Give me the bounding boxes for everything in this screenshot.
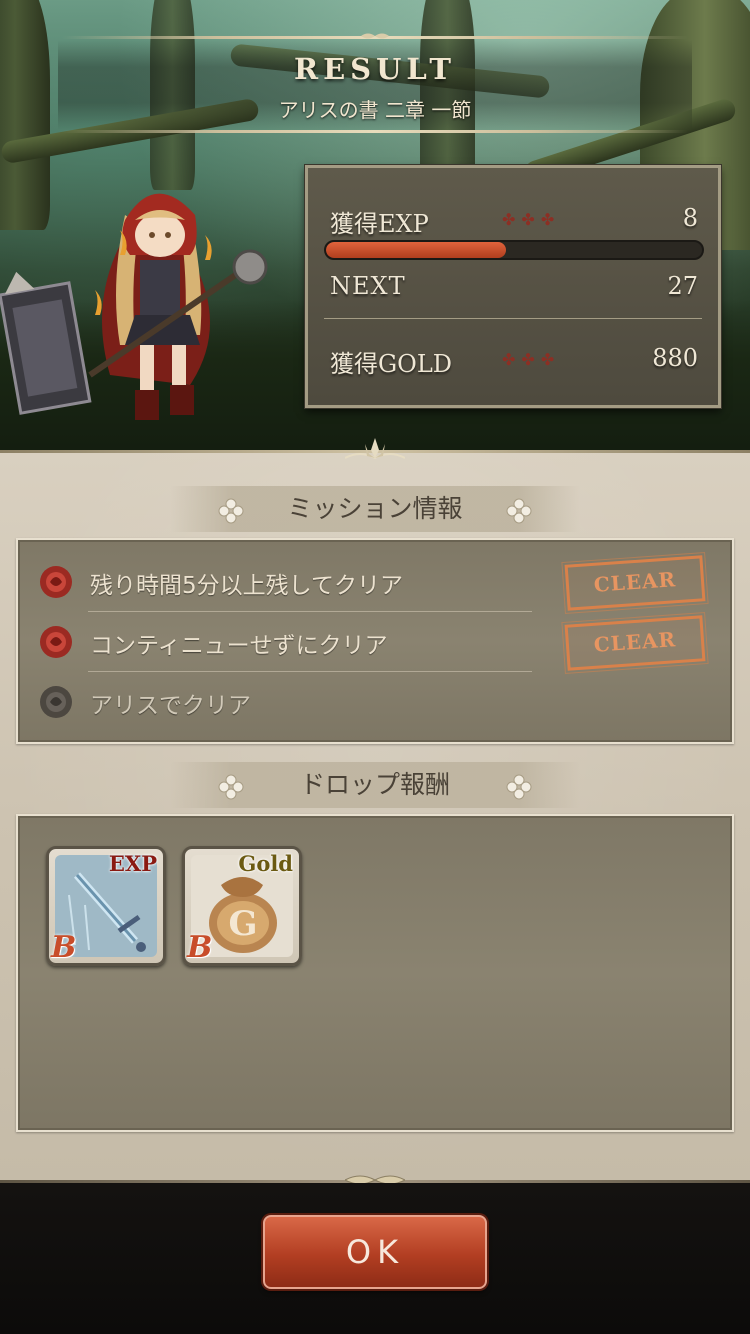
mission-item: アリスでクリア	[38, 672, 712, 732]
ornament-icon	[361, 33, 389, 39]
rose-icon	[40, 566, 72, 598]
exp-progress-fill	[326, 242, 507, 258]
quatrefoil-icon	[506, 498, 532, 524]
drop-reward-box: EXP B G Gold B	[16, 814, 734, 1132]
mission-text: コンティニューせずにクリア	[90, 633, 388, 659]
cross-ornament-icon: ✤✤✤	[502, 350, 561, 369]
gold-gained-label: 獲得GOLD	[330, 350, 453, 378]
stage-subtitle: アリスの書 二章 一節	[278, 98, 472, 122]
mission-list-box: 残り時間5分以上残してクリア CLEAR コンティニューせずにクリア CLEAR…	[16, 538, 734, 744]
exp-progress-bar	[324, 240, 704, 260]
mission-item: コンティニューせずにクリア CLEAR	[38, 611, 712, 675]
quatrefoil-icon	[218, 774, 244, 800]
clear-stamp: CLEAR	[561, 551, 709, 615]
character-sprite	[0, 193, 268, 420]
result-title: RESULT	[293, 52, 457, 86]
svg-text:G: G	[228, 904, 257, 944]
rose-icon-inactive	[40, 686, 72, 718]
stats-panel: 獲得EXP ✤✤✤ 8 NEXT 27 獲得GOLD ✤✤✤ 880	[305, 165, 721, 408]
reward-card-gold[interactable]: G Gold B	[182, 846, 302, 966]
title-bottom-rule	[62, 130, 688, 133]
quatrefoil-icon	[506, 774, 532, 800]
ok-button[interactable]: OK	[263, 1215, 487, 1289]
stats-divider	[324, 318, 702, 319]
mission-text: アリスでクリア	[90, 693, 251, 719]
reward-rank: B	[51, 930, 77, 965]
gold-gained-value: 880	[652, 344, 698, 372]
rose-icon	[40, 626, 72, 658]
exp-gained-value: 8	[682, 204, 698, 232]
next-exp-value: 27	[667, 272, 698, 300]
next-exp-label: NEXT	[330, 272, 406, 300]
reward-label: EXP	[108, 851, 157, 876]
reward-card-exp[interactable]: EXP B	[46, 846, 166, 966]
crown-ornament-icon	[345, 438, 405, 460]
quatrefoil-icon	[218, 498, 244, 524]
clear-stamp: CLEAR	[561, 611, 709, 675]
reward-label: Gold	[238, 851, 293, 876]
cross-ornament-icon: ✤✤✤	[502, 210, 561, 229]
exp-gained-label: 獲得EXP	[330, 210, 429, 238]
mission-item: 残り時間5分以上残してクリア CLEAR	[38, 551, 712, 615]
mission-text: 残り時間5分以上残してクリア	[90, 573, 403, 599]
reward-rank: B	[187, 930, 213, 965]
